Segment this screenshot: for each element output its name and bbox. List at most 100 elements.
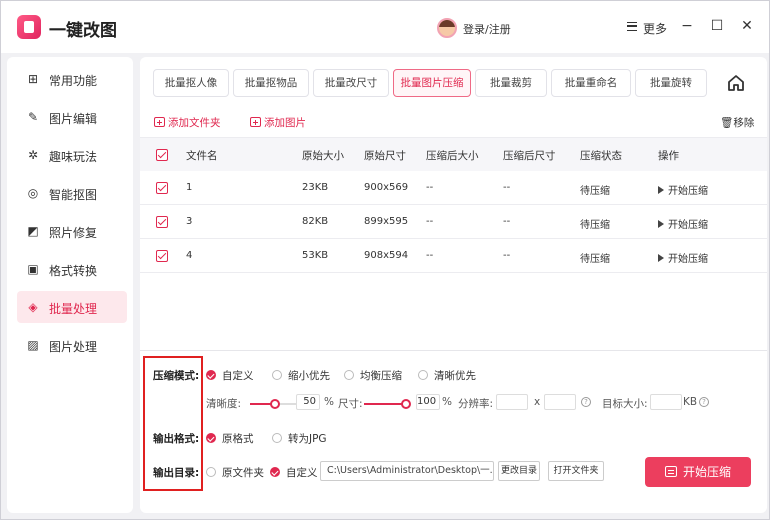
row-checkbox[interactable] bbox=[156, 250, 168, 262]
cell-compressed-size: -- bbox=[426, 216, 434, 227]
sidebar-item-format-convert[interactable]: ▣ 格式转换 bbox=[17, 253, 127, 285]
tab-portrait-cutout[interactable]: 批量抠人像 bbox=[153, 69, 229, 97]
start-compress-button[interactable]: 开始压缩 bbox=[645, 457, 751, 487]
tab-compress[interactable]: 批量图片压缩 bbox=[393, 69, 471, 97]
sidebar-item-image-edit[interactable]: ✎ 图片编辑 bbox=[17, 101, 127, 133]
size-label: 尺寸: bbox=[338, 398, 363, 410]
start-compress-link[interactable]: 开始压缩 bbox=[658, 216, 708, 231]
dir-original-radio[interactable] bbox=[206, 467, 216, 477]
cell-original-dims: 908x594 bbox=[364, 250, 409, 261]
mode-custom-label: 自定义 bbox=[222, 370, 254, 382]
resolution-x-separator: x bbox=[534, 396, 541, 408]
login-link[interactable]: 登录/注册 bbox=[463, 21, 511, 37]
clarity-slider[interactable] bbox=[250, 399, 300, 409]
trash-icon: 🗑 bbox=[720, 117, 734, 129]
format-jpg-radio[interactable] bbox=[272, 433, 282, 443]
image-icon: ▨ bbox=[27, 338, 39, 352]
sidebar-item-cutout[interactable]: ◎ 智能抠图 bbox=[17, 177, 127, 209]
compression-settings: 压缩模式: 自定义 缩小优先 均衡压缩 清晰优先 清晰度: 50 % 尺寸: 1… bbox=[140, 350, 767, 513]
select-all-checkbox[interactable] bbox=[156, 149, 168, 161]
resolution-label: 分辨率: bbox=[458, 398, 494, 410]
mode-smaller-radio[interactable] bbox=[272, 370, 282, 380]
title-bar: 一键改图 登录/注册 更多 − ☐ ✕ bbox=[1, 1, 769, 53]
cell-compressed-dims: -- bbox=[503, 216, 511, 227]
size-unit: % bbox=[442, 396, 452, 408]
add-folder-button[interactable]: 添加文件夹 bbox=[154, 115, 221, 130]
sidebar-item-label: 图片编辑 bbox=[49, 112, 98, 126]
menu-icon[interactable] bbox=[627, 22, 637, 31]
sidebar: ⊞ 常用功能 ✎ 图片编辑 ✲ 趣味玩法 ◎ 智能抠图 ◩ 照片修复 ▣ 格式转… bbox=[7, 57, 133, 513]
play-icon bbox=[658, 220, 664, 228]
target-icon: ◎ bbox=[27, 186, 39, 200]
clarity-slider-knob[interactable] bbox=[270, 399, 280, 409]
resolution-height-input[interactable] bbox=[544, 394, 576, 410]
sidebar-item-label: 格式转换 bbox=[49, 264, 98, 278]
add-image-button[interactable]: 添加图片 bbox=[250, 115, 306, 130]
size-slider[interactable] bbox=[364, 399, 411, 409]
home-icon[interactable] bbox=[726, 73, 746, 93]
dir-custom-radio[interactable] bbox=[270, 467, 280, 477]
mode-custom-radio[interactable] bbox=[206, 370, 216, 380]
cell-compressed-dims: -- bbox=[503, 182, 511, 193]
tab-resize[interactable]: 批量改尺寸 bbox=[313, 69, 389, 97]
format-original-radio[interactable] bbox=[206, 433, 216, 443]
table-row: 3 82KB 899x595 -- -- 待压缩 开始压缩 bbox=[140, 205, 767, 239]
row-checkbox[interactable] bbox=[156, 182, 168, 194]
cell-status: 待压缩 bbox=[580, 220, 610, 231]
col-filename: 文件名 bbox=[186, 150, 218, 162]
cell-filename: 3 bbox=[186, 216, 193, 227]
sidebar-item-batch[interactable]: ◈ 批量处理 bbox=[17, 291, 127, 323]
resolution-width-input[interactable] bbox=[496, 394, 528, 410]
sidebar-item-label: 常用功能 bbox=[49, 74, 98, 88]
maximize-button[interactable]: ☐ bbox=[707, 16, 727, 36]
cell-original-dims: 900x569 bbox=[364, 182, 409, 193]
sidebar-item-fun[interactable]: ✲ 趣味玩法 bbox=[17, 139, 127, 171]
col-compressed-size: 压缩后大小 bbox=[426, 150, 479, 162]
resolution-help-icon[interactable]: ? bbox=[581, 397, 591, 407]
start-compress-link[interactable]: 开始压缩 bbox=[658, 250, 708, 265]
cell-compressed-dims: -- bbox=[503, 250, 511, 261]
user-avatar[interactable] bbox=[437, 18, 457, 38]
more-menu[interactable]: 更多 bbox=[643, 20, 667, 37]
row-checkbox[interactable] bbox=[156, 216, 168, 228]
tab-crop[interactable]: 批量裁剪 bbox=[475, 69, 547, 97]
sidebar-item-common[interactable]: ⊞ 常用功能 bbox=[17, 63, 127, 95]
target-size-label: 目标大小: bbox=[602, 398, 648, 410]
sidebar-item-label: 图片处理 bbox=[49, 340, 98, 354]
sidebar-item-label: 趣味玩法 bbox=[49, 150, 98, 164]
size-input[interactable]: 100 bbox=[416, 394, 440, 410]
sidebar-item-photo-repair[interactable]: ◩ 照片修复 bbox=[17, 215, 127, 247]
app-logo-icon bbox=[17, 15, 41, 39]
open-folder-button[interactable]: 打开文件夹 bbox=[548, 461, 604, 481]
sidebar-item-image-process[interactable]: ▨ 图片处理 bbox=[17, 329, 127, 361]
close-button[interactable]: ✕ bbox=[737, 16, 757, 36]
remove-button[interactable]: 🗑移除 bbox=[720, 115, 754, 130]
tab-rename[interactable]: 批量重命名 bbox=[551, 69, 631, 97]
cell-compressed-size: -- bbox=[426, 182, 434, 193]
mode-clarity-radio[interactable] bbox=[418, 370, 428, 380]
dir-custom-label: 自定义 bbox=[286, 467, 318, 479]
table-row: 1 23KB 900x569 -- -- 待压缩 开始压缩 bbox=[140, 171, 767, 205]
mode-balanced-label: 均衡压缩 bbox=[360, 370, 402, 382]
table-row: 4 53KB 908x594 -- -- 待压缩 开始压缩 bbox=[140, 239, 767, 273]
grid-icon: ⊞ bbox=[27, 72, 39, 86]
target-size-input[interactable] bbox=[650, 394, 682, 410]
cell-filename: 1 bbox=[186, 182, 193, 193]
tab-rotate[interactable]: 批量旋转 bbox=[635, 69, 707, 97]
clarity-input[interactable]: 50 bbox=[296, 394, 320, 410]
mode-clarity-label: 清晰优先 bbox=[434, 370, 476, 382]
start-compress-link[interactable]: 开始压缩 bbox=[658, 182, 708, 197]
minimize-button[interactable]: − bbox=[677, 16, 697, 36]
change-dir-button[interactable]: 更改目录 bbox=[498, 461, 540, 481]
col-compressed-dims: 压缩后尺寸 bbox=[503, 150, 556, 162]
mode-balanced-radio[interactable] bbox=[344, 370, 354, 380]
target-size-help-icon[interactable]: ? bbox=[699, 397, 709, 407]
output-path-field[interactable]: C:\Users\Administrator\Desktop\一... bbox=[320, 461, 494, 481]
col-original-size: 原始大小 bbox=[302, 150, 344, 162]
tab-object-cutout[interactable]: 批量抠物品 bbox=[233, 69, 309, 97]
output-dir-label: 输出目录: bbox=[153, 467, 200, 479]
col-original-dims: 原始尺寸 bbox=[364, 150, 406, 162]
size-slider-knob[interactable] bbox=[401, 399, 411, 409]
sparkle-icon: ✲ bbox=[27, 148, 39, 162]
clarity-unit: % bbox=[324, 396, 334, 408]
